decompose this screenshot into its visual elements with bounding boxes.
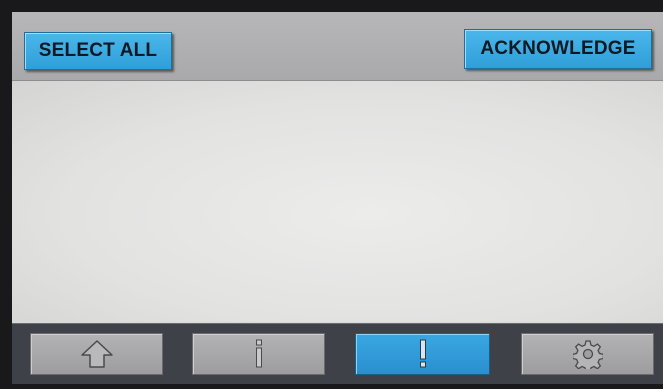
hmi-screen: SELECT ALL ACKNOWLEDGE [12,12,663,384]
nav-alarm-button[interactable] [355,333,490,375]
alarm-icon [416,339,430,369]
nav-settings-button[interactable] [521,333,654,375]
home-icon [79,339,115,369]
alarm-toolbar: SELECT ALL ACKNOWLEDGE [12,12,663,81]
device-bezel: SELECT ALL ACKNOWLEDGE [0,0,663,389]
acknowledge-button[interactable]: ACKNOWLEDGE [464,29,652,69]
gear-icon [572,339,603,369]
alarm-list [12,81,663,322]
nav-info-button[interactable] [192,333,325,375]
select-all-button[interactable]: SELECT ALL [24,32,172,70]
bottom-nav-bar [12,323,663,384]
nav-home-button[interactable] [30,333,163,375]
info-icon [252,339,266,369]
